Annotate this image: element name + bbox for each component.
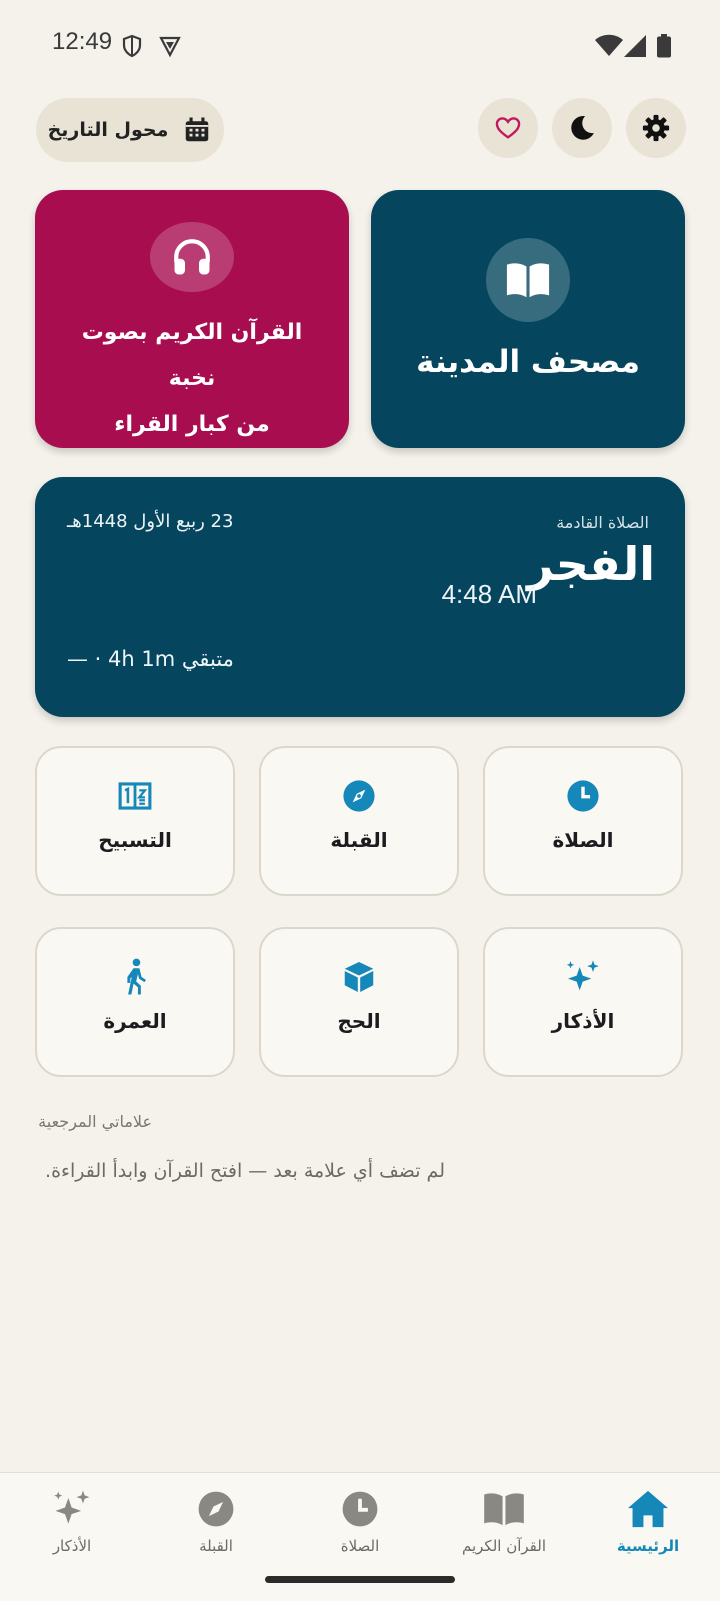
audio-title-line2: من كبار القراء xyxy=(114,412,270,437)
tile-qibla-label: القبلة xyxy=(330,828,388,852)
audio-title-line1: القرآن الكريم بصوت نخبة xyxy=(81,320,303,391)
gear-icon xyxy=(642,114,670,142)
dark-mode-button[interactable] xyxy=(552,98,612,158)
nav-adhkar-label: الأذكار xyxy=(52,1537,92,1555)
compass-icon xyxy=(198,1491,234,1527)
tile-hajj-label: الحج xyxy=(337,1009,381,1033)
compass-icon xyxy=(343,780,375,812)
moon-icon xyxy=(571,115,594,140)
signal-icon xyxy=(624,35,646,57)
nav-quran-label: القرآن الكريم xyxy=(461,1537,546,1555)
favorites-button[interactable] xyxy=(478,98,538,158)
mushaf-card[interactable]: مصحف المدينة xyxy=(371,190,685,448)
audio-icon-wrap xyxy=(150,222,234,292)
nav-qibla-label: القبلة xyxy=(199,1537,233,1555)
nav-adhkar[interactable]: الأذكار xyxy=(0,1487,144,1555)
next-prayer-card[interactable]: الصلاة القادمة 23 ربيع الأول 1448هـ الفج… xyxy=(35,477,685,717)
bookmarks-empty-text: لم تضف أي علامة بعد — افتح القرآن وابدأ … xyxy=(45,1160,445,1182)
counter-icon xyxy=(118,782,152,810)
settings-button[interactable] xyxy=(626,98,686,158)
hijri-date: 23 ربيع الأول 1448هـ xyxy=(67,511,234,532)
status-time: 12:49 xyxy=(52,28,113,55)
tile-prayer-label: الصلاة xyxy=(552,828,614,852)
heart-icon xyxy=(495,117,521,139)
headphones-icon xyxy=(174,239,210,275)
calendar-icon xyxy=(186,117,209,142)
tile-umrah-label: العمرة xyxy=(103,1009,167,1033)
nav-home-label: الرئيسية xyxy=(616,1537,680,1555)
nav-prayer-label: الصلاة xyxy=(340,1537,380,1555)
vpn-icon xyxy=(159,36,181,58)
prayer-time: 4:48 AM xyxy=(441,579,537,609)
nav-home[interactable]: الرئيسية xyxy=(576,1487,720,1555)
audio-quran-title: القرآن الكريم بصوت نخبة من كبار القراء xyxy=(57,310,327,448)
tile-umrah[interactable]: العمرة xyxy=(35,927,235,1077)
tile-tasbih[interactable]: التسبيح xyxy=(35,746,235,896)
home-icon xyxy=(628,1490,668,1528)
prayer-name: الفجر xyxy=(527,537,655,591)
clock-icon xyxy=(342,1491,378,1527)
book-icon xyxy=(484,1493,524,1526)
gesture-home-bar[interactable] xyxy=(265,1576,455,1583)
tile-prayer[interactable]: الصلاة xyxy=(483,746,683,896)
mushaf-title: مصحف المدينة xyxy=(416,344,640,380)
battery-icon xyxy=(657,34,671,58)
nav-qibla[interactable]: القبلة xyxy=(144,1487,288,1555)
tile-adhkar-label: الأذكار xyxy=(551,1009,615,1033)
sparkles-icon xyxy=(54,1490,90,1524)
tile-hajj[interactable]: الحج xyxy=(259,927,459,1077)
tile-tasbih-label: التسبيح xyxy=(98,828,172,852)
date-converter-label: محول التاريخ xyxy=(47,119,169,141)
bookmarks-title: علاماتي المرجعية xyxy=(38,1112,152,1131)
wifi-icon xyxy=(595,34,623,56)
sparkles-icon xyxy=(566,960,599,991)
mushaf-icon-wrap xyxy=(486,238,570,322)
tile-adhkar[interactable]: الأذكار xyxy=(483,927,683,1077)
kaaba-icon xyxy=(344,962,374,992)
shield-icon xyxy=(122,34,142,58)
nav-prayer[interactable]: الصلاة xyxy=(288,1487,432,1555)
audio-quran-card[interactable]: القرآن الكريم بصوت نخبة من كبار القراء xyxy=(35,190,349,448)
tile-qibla[interactable]: القبلة xyxy=(259,746,459,896)
clock-icon xyxy=(567,780,599,812)
book-icon xyxy=(506,263,550,298)
next-prayer-label: الصلاة القادمة xyxy=(556,513,649,532)
date-converter-button[interactable]: محول التاريخ xyxy=(36,98,224,162)
walking-icon xyxy=(127,958,146,995)
time-remaining: متبقي 4h 1m · — xyxy=(67,647,234,671)
nav-quran[interactable]: القرآن الكريم xyxy=(432,1487,576,1555)
